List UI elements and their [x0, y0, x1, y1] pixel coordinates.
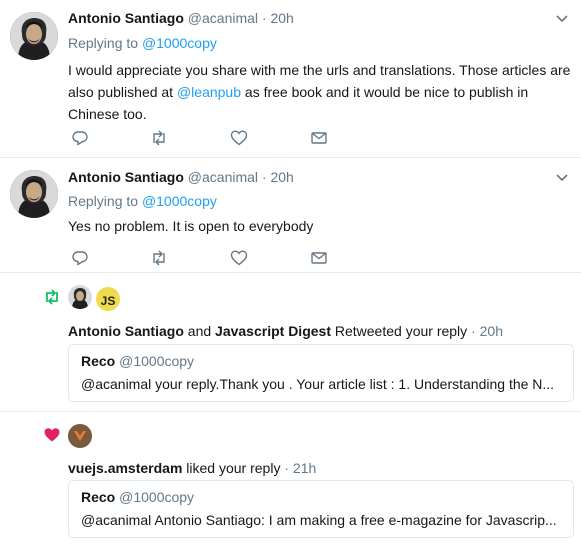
mention-link[interactable]: @leanpub — [177, 84, 241, 100]
chevron-down-icon[interactable] — [555, 12, 569, 26]
quoted-header: Reco @1000copy — [81, 353, 194, 369]
notification-action: liked your reply — [186, 460, 281, 476]
replying-to: Replying to @1000copy — [68, 193, 217, 209]
notification-user[interactable]: vuejs.amsterdam — [68, 460, 182, 476]
like-notification[interactable]: vuejs.amsterdam liked your reply · 21h R… — [0, 412, 581, 547]
retweet-icon — [43, 288, 61, 306]
retweet-notification[interactable]: JS Antonio Santiago and Javascript Diges… — [0, 273, 581, 412]
quoted-tweet[interactable]: Reco @1000copy @acanimal Antonio Santiag… — [68, 480, 574, 538]
retweet-icon[interactable] — [150, 129, 168, 147]
tweet[interactable]: Antonio Santiago @acanimal · 20h Replyin… — [0, 158, 581, 273]
avatar-js[interactable]: JS — [96, 287, 120, 311]
replying-prefix: Replying to — [68, 35, 139, 51]
author-name[interactable]: Antonio Santiago — [68, 10, 184, 26]
like-icon[interactable] — [230, 129, 248, 147]
reply-icon[interactable] — [71, 129, 89, 147]
separator: · — [284, 460, 290, 476]
tweet-text: I would appreciate you share with me the… — [68, 59, 573, 125]
avatar[interactable] — [10, 170, 58, 218]
dm-icon[interactable] — [310, 129, 328, 147]
timestamp[interactable]: 21h — [293, 460, 316, 476]
quoted-author-handle: @1000copy — [119, 353, 195, 369]
avatar[interactable] — [68, 424, 92, 448]
notification-user[interactable]: Javascript Digest — [215, 323, 331, 339]
quoted-text: @acanimal Antonio Santiago: I am making … — [81, 512, 557, 528]
avatar[interactable] — [68, 285, 92, 309]
quoted-tweet[interactable]: Reco @1000copy @acanimal your reply.Than… — [68, 344, 574, 402]
replying-to: Replying to @1000copy — [68, 35, 217, 51]
timestamp[interactable]: 20h — [480, 323, 503, 339]
quoted-text: @acanimal your reply.Thank you . Your ar… — [81, 376, 555, 392]
author-handle[interactable]: @acanimal — [188, 169, 258, 185]
heart-icon — [43, 426, 61, 444]
avatar[interactable] — [10, 12, 58, 60]
timestamp[interactable]: 20h — [270, 169, 293, 185]
quoted-author-handle: @1000copy — [119, 489, 195, 505]
tweet-actions — [68, 129, 338, 147]
notification-text: Antonio Santiago and Javascript Digest R… — [68, 323, 503, 339]
conjunction: and — [187, 323, 212, 339]
tweet-header: Antonio Santiago @acanimal · 20h — [68, 10, 294, 26]
separator: · — [261, 169, 267, 185]
replying-to-link[interactable]: @1000copy — [142, 35, 217, 51]
retweet-icon[interactable] — [150, 249, 168, 267]
quoted-author-name: Reco — [81, 353, 116, 369]
tweet-header: Antonio Santiago @acanimal · 20h — [68, 169, 294, 185]
tweet[interactable]: Antonio Santiago @acanimal · 20h Replyin… — [0, 0, 581, 158]
avatar-initials: JS — [100, 294, 116, 308]
tweet-actions — [68, 249, 338, 267]
quoted-header: Reco @1000copy — [81, 489, 194, 505]
tweet-text: Yes no problem. It is open to everybody — [68, 218, 314, 234]
separator: · — [471, 323, 476, 339]
reply-icon[interactable] — [71, 249, 89, 267]
replying-prefix: Replying to — [68, 193, 139, 209]
author-handle[interactable]: @acanimal — [188, 10, 258, 26]
like-icon[interactable] — [230, 249, 248, 267]
dm-icon[interactable] — [310, 249, 328, 267]
chevron-down-icon[interactable] — [555, 171, 569, 185]
notification-text: vuejs.amsterdam liked your reply · 21h — [68, 460, 316, 476]
notification-action: Retweeted your reply — [334, 323, 468, 339]
timestamp[interactable]: 20h — [270, 10, 293, 26]
notification-user[interactable]: Antonio Santiago — [68, 323, 184, 339]
author-name[interactable]: Antonio Santiago — [68, 169, 184, 185]
replying-to-link[interactable]: @1000copy — [142, 193, 217, 209]
quoted-author-name: Reco — [81, 489, 116, 505]
separator: · — [261, 10, 267, 26]
